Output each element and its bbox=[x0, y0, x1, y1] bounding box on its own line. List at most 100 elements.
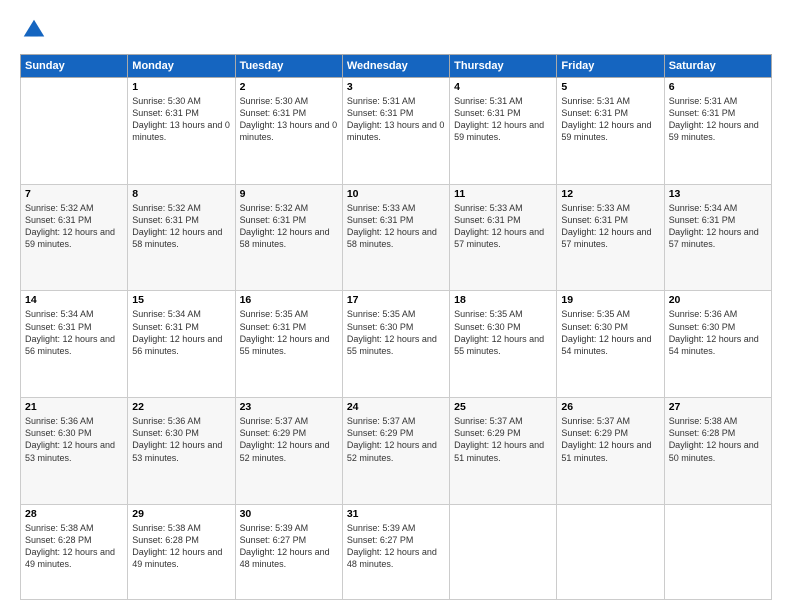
day-info: Sunrise: 5:31 AMSunset: 6:31 PMDaylight:… bbox=[669, 95, 767, 144]
day-info: Sunrise: 5:37 AMSunset: 6:29 PMDaylight:… bbox=[454, 415, 552, 464]
day-cell: 10Sunrise: 5:33 AMSunset: 6:31 PMDayligh… bbox=[342, 184, 449, 291]
day-number: 12 bbox=[561, 188, 659, 200]
day-info: Sunrise: 5:38 AMSunset: 6:28 PMDaylight:… bbox=[669, 415, 767, 464]
day-info: Sunrise: 5:31 AMSunset: 6:31 PMDaylight:… bbox=[561, 95, 659, 144]
day-header: Friday bbox=[557, 55, 664, 78]
day-number: 16 bbox=[240, 294, 338, 306]
empty-cell bbox=[664, 504, 771, 599]
day-cell: 15Sunrise: 5:34 AMSunset: 6:31 PMDayligh… bbox=[128, 291, 235, 398]
day-number: 31 bbox=[347, 508, 445, 520]
day-info: Sunrise: 5:31 AMSunset: 6:31 PMDaylight:… bbox=[347, 95, 445, 144]
day-cell: 24Sunrise: 5:37 AMSunset: 6:29 PMDayligh… bbox=[342, 398, 449, 505]
day-cell: 1 Sunrise: 5:30 AMSunset: 6:31 PMDaylight… bbox=[128, 78, 235, 185]
day-info: Sunrise: 5:30 AMSunset: 6:31 PMDaylight:… bbox=[132, 95, 230, 144]
day-number: 14 bbox=[25, 294, 123, 306]
day-info: Sunrise: 5:34 AMSunset: 6:31 PMDaylight:… bbox=[132, 308, 230, 357]
empty-cell bbox=[557, 504, 664, 599]
day-cell: 18 Sunrise: 5:35 AMSunset: 6:30 PMDayligh… bbox=[450, 291, 557, 398]
day-cell: 3 Sunrise: 5:31 AMSunset: 6:31 PMDaylight… bbox=[342, 78, 449, 185]
day-number: 8 bbox=[132, 188, 230, 200]
day-cell: 8 Sunrise: 5:32 AMSunset: 6:31 PMDaylight… bbox=[128, 184, 235, 291]
day-number: 1 bbox=[132, 81, 230, 93]
day-info: Sunrise: 5:37 AMSunset: 6:29 PMDaylight:… bbox=[347, 415, 445, 464]
calendar-table: SundayMondayTuesdayWednesdayThursdayFrid… bbox=[20, 54, 772, 600]
day-number: 2 bbox=[240, 81, 338, 93]
day-number: 20 bbox=[669, 294, 767, 306]
day-number: 6 bbox=[669, 81, 767, 93]
day-number: 21 bbox=[25, 401, 123, 413]
empty-cell bbox=[450, 504, 557, 599]
day-info: Sunrise: 5:30 AMSunset: 6:31 PMDaylight:… bbox=[240, 95, 338, 144]
day-info: Sunrise: 5:31 AMSunset: 6:31 PMDaylight:… bbox=[454, 95, 552, 144]
week-row: 21 Sunrise: 5:36 AMSunset: 6:30 PMDayligh… bbox=[21, 398, 772, 505]
day-number: 22 bbox=[132, 401, 230, 413]
day-number: 13 bbox=[669, 188, 767, 200]
day-cell: 29 Sunrise: 5:38 AMSunset: 6:28 PMDayligh… bbox=[128, 504, 235, 599]
day-number: 3 bbox=[347, 81, 445, 93]
day-cell: 9 Sunrise: 5:32 AMSunset: 6:31 PMDaylight… bbox=[235, 184, 342, 291]
day-info: Sunrise: 5:37 AMSunset: 6:29 PMDaylight:… bbox=[240, 415, 338, 464]
day-number: 29 bbox=[132, 508, 230, 520]
day-cell: 28Sunrise: 5:38 AMSunset: 6:28 PMDayligh… bbox=[21, 504, 128, 599]
day-cell: 12 Sunrise: 5:33 AMSunset: 6:31 PMDayligh… bbox=[557, 184, 664, 291]
header bbox=[20, 16, 772, 44]
day-cell: 22 Sunrise: 5:36 AMSunset: 6:30 PMDayligh… bbox=[128, 398, 235, 505]
day-info: Sunrise: 5:39 AMSunset: 6:27 PMDaylight:… bbox=[347, 522, 445, 571]
day-header: Monday bbox=[128, 55, 235, 78]
day-info: Sunrise: 5:33 AMSunset: 6:31 PMDaylight:… bbox=[347, 202, 445, 251]
day-info: Sunrise: 5:32 AMSunset: 6:31 PMDaylight:… bbox=[132, 202, 230, 251]
day-cell: 5 Sunrise: 5:31 AMSunset: 6:31 PMDaylight… bbox=[557, 78, 664, 185]
day-info: Sunrise: 5:38 AMSunset: 6:28 PMDaylight:… bbox=[132, 522, 230, 571]
calendar-header-row: SundayMondayTuesdayWednesdayThursdayFrid… bbox=[21, 55, 772, 78]
day-info: Sunrise: 5:35 AMSunset: 6:30 PMDaylight:… bbox=[454, 308, 552, 357]
day-info: Sunrise: 5:36 AMSunset: 6:30 PMDaylight:… bbox=[132, 415, 230, 464]
week-row: 7 Sunrise: 5:32 AMSunset: 6:31 PMDaylight… bbox=[21, 184, 772, 291]
day-number: 26 bbox=[561, 401, 659, 413]
day-cell: 25 Sunrise: 5:37 AMSunset: 6:29 PMDayligh… bbox=[450, 398, 557, 505]
day-header: Wednesday bbox=[342, 55, 449, 78]
day-info: Sunrise: 5:32 AMSunset: 6:31 PMDaylight:… bbox=[240, 202, 338, 251]
day-cell: 21 Sunrise: 5:36 AMSunset: 6:30 PMDayligh… bbox=[21, 398, 128, 505]
day-header: Thursday bbox=[450, 55, 557, 78]
day-header: Saturday bbox=[664, 55, 771, 78]
day-number: 5 bbox=[561, 81, 659, 93]
day-info: Sunrise: 5:36 AMSunset: 6:30 PMDaylight:… bbox=[25, 415, 123, 464]
day-number: 7 bbox=[25, 188, 123, 200]
day-cell: 31 Sunrise: 5:39 AMSunset: 6:27 PMDayligh… bbox=[342, 504, 449, 599]
day-cell: 13 Sunrise: 5:34 AMSunset: 6:31 PMDayligh… bbox=[664, 184, 771, 291]
day-cell: 16 Sunrise: 5:35 AMSunset: 6:31 PMDayligh… bbox=[235, 291, 342, 398]
day-cell: 4 Sunrise: 5:31 AMSunset: 6:31 PMDaylight… bbox=[450, 78, 557, 185]
day-info: Sunrise: 5:35 AMSunset: 6:30 PMDaylight:… bbox=[347, 308, 445, 357]
day-number: 30 bbox=[240, 508, 338, 520]
day-cell: 17Sunrise: 5:35 AMSunset: 6:30 PMDayligh… bbox=[342, 291, 449, 398]
day-info: Sunrise: 5:35 AMSunset: 6:31 PMDaylight:… bbox=[240, 308, 338, 357]
day-info: Sunrise: 5:34 AMSunset: 6:31 PMDaylight:… bbox=[669, 202, 767, 251]
day-cell: 7 Sunrise: 5:32 AMSunset: 6:31 PMDaylight… bbox=[21, 184, 128, 291]
logo bbox=[20, 16, 52, 44]
day-number: 9 bbox=[240, 188, 338, 200]
logo-icon bbox=[20, 16, 48, 44]
page: SundayMondayTuesdayWednesdayThursdayFrid… bbox=[0, 0, 792, 612]
day-number: 19 bbox=[561, 294, 659, 306]
day-info: Sunrise: 5:33 AMSunset: 6:31 PMDaylight:… bbox=[561, 202, 659, 251]
day-cell: 2 Sunrise: 5:30 AMSunset: 6:31 PMDaylight… bbox=[235, 78, 342, 185]
day-cell: 6 Sunrise: 5:31 AMSunset: 6:31 PMDaylight… bbox=[664, 78, 771, 185]
day-info: Sunrise: 5:36 AMSunset: 6:30 PMDaylight:… bbox=[669, 308, 767, 357]
day-cell: 30 Sunrise: 5:39 AMSunset: 6:27 PMDayligh… bbox=[235, 504, 342, 599]
day-number: 23 bbox=[240, 401, 338, 413]
day-cell: 27 Sunrise: 5:38 AMSunset: 6:28 PMDayligh… bbox=[664, 398, 771, 505]
day-number: 11 bbox=[454, 188, 552, 200]
day-number: 18 bbox=[454, 294, 552, 306]
day-info: Sunrise: 5:32 AMSunset: 6:31 PMDaylight:… bbox=[25, 202, 123, 251]
day-info: Sunrise: 5:34 AMSunset: 6:31 PMDaylight:… bbox=[25, 308, 123, 357]
day-info: Sunrise: 5:38 AMSunset: 6:28 PMDaylight:… bbox=[25, 522, 123, 571]
day-info: Sunrise: 5:39 AMSunset: 6:27 PMDaylight:… bbox=[240, 522, 338, 571]
day-number: 27 bbox=[669, 401, 767, 413]
day-info: Sunrise: 5:37 AMSunset: 6:29 PMDaylight:… bbox=[561, 415, 659, 464]
day-number: 4 bbox=[454, 81, 552, 93]
day-number: 25 bbox=[454, 401, 552, 413]
day-cell: 14 Sunrise: 5:34 AMSunset: 6:31 PMDayligh… bbox=[21, 291, 128, 398]
day-cell: 20 Sunrise: 5:36 AMSunset: 6:30 PMDayligh… bbox=[664, 291, 771, 398]
empty-cell bbox=[21, 78, 128, 185]
week-row: 1 Sunrise: 5:30 AMSunset: 6:31 PMDaylight… bbox=[21, 78, 772, 185]
